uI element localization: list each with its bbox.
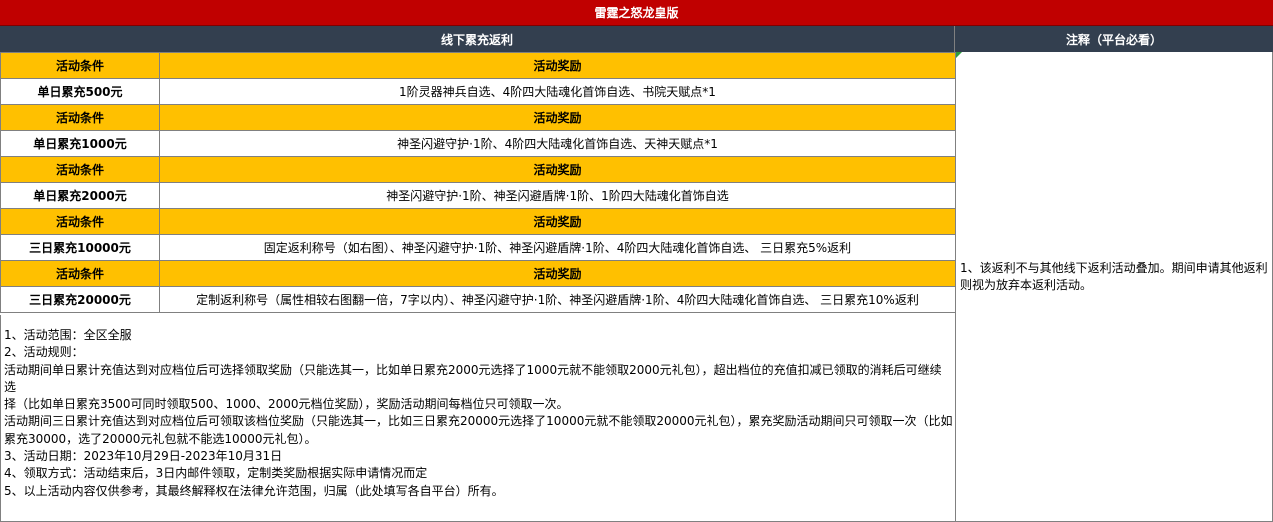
reward-header-cell: 活动奖励 xyxy=(159,208,956,235)
tier-reward: 固定返利称号（如右图）、神圣闪避守护·1阶、神圣闪避盾牌·1阶、4阶四大陆魂化首… xyxy=(159,234,956,261)
section-header-notes: 注释（平台必看） xyxy=(955,26,1273,52)
condition-header-cell: 活动条件 xyxy=(0,156,160,183)
reward-header-cell: 活动奖励 xyxy=(159,260,956,287)
rule-line: 3、活动日期：2023年10月29日-2023年10月31日 xyxy=(4,449,283,464)
comment-indicator-icon xyxy=(956,52,962,58)
activity-rules-cell: 1、活动范围：全区全服 2、活动规则： 活动期间单日累计充值达到对应档位后可选择… xyxy=(0,315,955,522)
note-line: 1、该返利不与其他线下返利活动叠加。期间申请其他返利 xyxy=(960,261,1268,275)
rule-line: 累充30000，选了20000元礼包就不能选10000元礼包）。 xyxy=(4,431,317,446)
tier-row: 单日累充2000元 神圣闪避守护·1阶、神圣闪避盾牌·1阶、1阶四大陆魂化首饰自… xyxy=(0,182,956,209)
condition-header-cell: 活动条件 xyxy=(0,52,160,79)
tier-header-row: 活动条件 活动奖励 xyxy=(0,208,956,235)
tier-reward: 神圣闪避守护·1阶、4阶四大陆魂化首饰自选、天神天赋点*1 xyxy=(159,130,956,157)
rebate-tier-table: 活动条件 活动奖励 单日累充500元 1阶灵器神兵自选、4阶四大陆魂化首饰自选、… xyxy=(0,52,956,313)
platform-notes-cell[interactable]: 1、该返利不与其他线下返利活动叠加。期间申请其他返利 则视为放弃本返利活动。 xyxy=(955,52,1273,522)
rule-line: 择（比如单日累充3500可同时领取500、1000、2000元档位奖励），奖励活… xyxy=(4,397,569,412)
section-header-rebate: 线下累充返利 xyxy=(0,26,955,52)
tier-row: 三日累充10000元 固定返利称号（如右图）、神圣闪避守护·1阶、神圣闪避盾牌·… xyxy=(0,234,956,261)
page-title: 雷霆之怒龙皇版 xyxy=(0,0,1273,26)
tier-header-row: 活动条件 活动奖励 xyxy=(0,156,956,183)
tier-condition: 单日累充1000元 xyxy=(0,130,160,157)
notes-text: 1、该返利不与其他线下返利活动叠加。期间申请其他返利 则视为放弃本返利活动。 xyxy=(960,260,1270,294)
tier-condition: 三日累充20000元 xyxy=(0,286,160,313)
rule-line: 2、活动规则： xyxy=(4,345,84,360)
tier-row: 单日累充500元 1阶灵器神兵自选、4阶四大陆魂化首饰自选、书院天赋点*1 xyxy=(0,78,956,105)
rule-line: 活动期间单日累计充值达到对应档位后可选择领取奖励（只能选其一，比如单日累充200… xyxy=(4,362,942,394)
condition-header-cell: 活动条件 xyxy=(0,208,160,235)
reward-header-cell: 活动奖励 xyxy=(159,104,956,131)
reward-header-cell: 活动奖励 xyxy=(159,52,956,79)
reward-header-cell: 活动奖励 xyxy=(159,156,956,183)
tier-reward: 神圣闪避守护·1阶、神圣闪避盾牌·1阶、1阶四大陆魂化首饰自选 xyxy=(159,182,956,209)
tier-row: 三日累充20000元 定制返利称号（属性相较右图翻一倍，7字以内）、神圣闪避守护… xyxy=(0,286,956,313)
rule-line: 4、领取方式：活动结束后，3日内邮件领取，定制类奖励根据实际申请情况而定 xyxy=(4,466,428,481)
condition-header-cell: 活动条件 xyxy=(0,260,160,287)
tier-header-row: 活动条件 活动奖励 xyxy=(0,104,956,131)
tier-condition: 三日累充10000元 xyxy=(0,234,160,261)
condition-header-cell: 活动条件 xyxy=(0,104,160,131)
tier-header-row: 活动条件 活动奖励 xyxy=(0,52,956,79)
rule-line: 活动期间三日累计充值达到对应档位后可领取该档位奖励（只能选其一，比如三日累充20… xyxy=(4,414,953,429)
rule-line: 1、活动范围：全区全服 xyxy=(4,328,132,342)
note-line: 则视为放弃本返利活动。 xyxy=(960,278,1093,292)
tier-reward: 定制返利称号（属性相较右图翻一倍，7字以内）、神圣闪避守护·1阶、神圣闪避盾牌·… xyxy=(159,286,956,313)
tier-header-row: 活动条件 活动奖励 xyxy=(0,260,956,287)
tier-condition: 单日累充500元 xyxy=(0,78,160,105)
tier-row: 单日累充1000元 神圣闪避守护·1阶、4阶四大陆魂化首饰自选、天神天赋点*1 xyxy=(0,130,956,157)
rule-line: 5、以上活动内容仅供参考，其最终解释权在法律允许范围，归属（此处填写各自平台）所… xyxy=(4,483,504,498)
tier-condition: 单日累充2000元 xyxy=(0,182,160,209)
tier-reward: 1阶灵器神兵自选、4阶四大陆魂化首饰自选、书院天赋点*1 xyxy=(159,78,956,105)
